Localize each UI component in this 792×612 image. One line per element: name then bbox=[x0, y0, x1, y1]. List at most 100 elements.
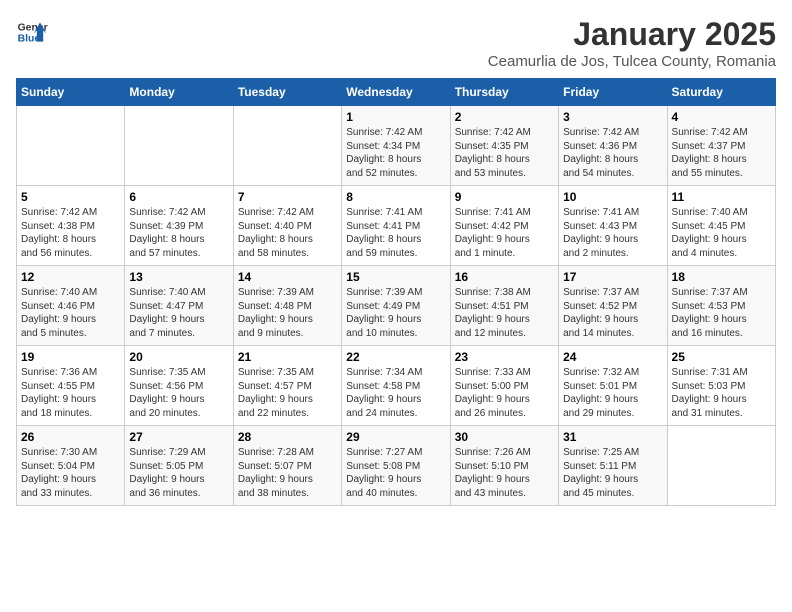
day-number: 14 bbox=[238, 270, 337, 284]
calendar-cell: 19Sunrise: 7:36 AM Sunset: 4:55 PM Dayli… bbox=[17, 346, 125, 426]
day-number: 19 bbox=[21, 350, 120, 364]
calendar-cell: 14 Sunrise: 7:39 AM Sunset: 4:48 PM Dayli… bbox=[233, 266, 341, 346]
title-area: January 2025 Ceamurlia de Jos, Tulcea Co… bbox=[488, 16, 776, 70]
calendar-body: 1 Sunrise: 7:42 AM Sunset: 4:34 PM Daylig… bbox=[17, 106, 776, 506]
day-number: 29 bbox=[346, 430, 445, 444]
day-info: Sunrise: 7:42 AM Sunset: 4:40 PM Dayligh… bbox=[238, 206, 337, 260]
calendar-cell: 17Sunrise: 7:37 AM Sunset: 4:52 PM Dayli… bbox=[559, 266, 667, 346]
calendar-cell: 1 Sunrise: 7:42 AM Sunset: 4:34 PM Daylig… bbox=[342, 106, 450, 186]
weekday-header-tuesday: Tuesday bbox=[233, 79, 341, 106]
day-info: Sunrise: 7:29 AM Sunset: 5:05 PM Dayligh… bbox=[129, 446, 228, 500]
calendar-title: January 2025 bbox=[488, 16, 776, 53]
day-info: Sunrise: 7:38 AM Sunset: 4:51 PM Dayligh… bbox=[455, 286, 554, 340]
day-info: Sunrise: 7:35 AM Sunset: 4:57 PM Dayligh… bbox=[238, 366, 337, 420]
day-info: Sunrise: 7:28 AM Sunset: 5:07 PM Dayligh… bbox=[238, 446, 337, 500]
day-number: 13 bbox=[129, 270, 228, 284]
day-info: Sunrise: 7:39 AM Sunset: 4:49 PM Dayligh… bbox=[346, 286, 445, 340]
weekday-header-monday: Monday bbox=[125, 79, 233, 106]
day-info: Sunrise: 7:40 AM Sunset: 4:47 PM Dayligh… bbox=[129, 286, 228, 340]
calendar-header: SundayMondayTuesdayWednesdayThursdayFrid… bbox=[17, 79, 776, 106]
day-info: Sunrise: 7:39 AM Sunset: 4:48 PM Dayligh… bbox=[238, 286, 337, 340]
day-number: 22 bbox=[346, 350, 445, 364]
day-info: Sunrise: 7:41 AM Sunset: 4:41 PM Dayligh… bbox=[346, 206, 445, 260]
calendar-cell: 9Sunrise: 7:41 AM Sunset: 4:42 PM Daylig… bbox=[450, 186, 558, 266]
day-info: Sunrise: 7:42 AM Sunset: 4:35 PM Dayligh… bbox=[455, 126, 554, 180]
day-number: 16 bbox=[455, 270, 554, 284]
calendar-cell: 7 Sunrise: 7:42 AM Sunset: 4:40 PM Daylig… bbox=[233, 186, 341, 266]
day-number: 27 bbox=[129, 430, 228, 444]
day-info: Sunrise: 7:41 AM Sunset: 4:42 PM Dayligh… bbox=[455, 206, 554, 260]
logo: General Blue bbox=[16, 16, 48, 48]
day-info: Sunrise: 7:40 AM Sunset: 4:45 PM Dayligh… bbox=[672, 206, 771, 260]
calendar-cell: 10 Sunrise: 7:41 AM Sunset: 4:43 PM Dayli… bbox=[559, 186, 667, 266]
day-number: 7 bbox=[238, 190, 337, 204]
calendar-cell: 12Sunrise: 7:40 AM Sunset: 4:46 PM Dayli… bbox=[17, 266, 125, 346]
day-info: Sunrise: 7:27 AM Sunset: 5:08 PM Dayligh… bbox=[346, 446, 445, 500]
calendar-cell: 27 Sunrise: 7:29 AM Sunset: 5:05 PM Dayli… bbox=[125, 426, 233, 506]
calendar-cell bbox=[667, 426, 775, 506]
calendar-cell: 5Sunrise: 7:42 AM Sunset: 4:38 PM Daylig… bbox=[17, 186, 125, 266]
day-info: Sunrise: 7:33 AM Sunset: 5:00 PM Dayligh… bbox=[455, 366, 554, 420]
day-number: 3 bbox=[563, 110, 662, 124]
calendar-cell: 23 Sunrise: 7:33 AM Sunset: 5:00 PM Dayli… bbox=[450, 346, 558, 426]
day-number: 18 bbox=[672, 270, 771, 284]
day-info: Sunrise: 7:42 AM Sunset: 4:34 PM Dayligh… bbox=[346, 126, 445, 180]
day-info: Sunrise: 7:37 AM Sunset: 4:53 PM Dayligh… bbox=[672, 286, 771, 340]
calendar-cell: 6 Sunrise: 7:42 AM Sunset: 4:39 PM Daylig… bbox=[125, 186, 233, 266]
day-number: 26 bbox=[21, 430, 120, 444]
day-number: 4 bbox=[672, 110, 771, 124]
day-info: Sunrise: 7:32 AM Sunset: 5:01 PM Dayligh… bbox=[563, 366, 662, 420]
calendar-cell: 25Sunrise: 7:31 AM Sunset: 5:03 PM Dayli… bbox=[667, 346, 775, 426]
calendar-week-5: 26Sunrise: 7:30 AM Sunset: 5:04 PM Dayli… bbox=[17, 426, 776, 506]
day-info: Sunrise: 7:35 AM Sunset: 4:56 PM Dayligh… bbox=[129, 366, 228, 420]
day-info: Sunrise: 7:42 AM Sunset: 4:39 PM Dayligh… bbox=[129, 206, 228, 260]
calendar-cell bbox=[125, 106, 233, 186]
calendar-cell bbox=[233, 106, 341, 186]
day-number: 1 bbox=[346, 110, 445, 124]
calendar-cell: 3 Sunrise: 7:42 AM Sunset: 4:36 PM Daylig… bbox=[559, 106, 667, 186]
day-number: 6 bbox=[129, 190, 228, 204]
weekday-header-friday: Friday bbox=[559, 79, 667, 106]
calendar-week-4: 19Sunrise: 7:36 AM Sunset: 4:55 PM Dayli… bbox=[17, 346, 776, 426]
day-number: 10 bbox=[563, 190, 662, 204]
calendar-table: SundayMondayTuesdayWednesdayThursdayFrid… bbox=[16, 78, 776, 506]
logo-icon: General Blue bbox=[16, 16, 48, 48]
calendar-week-2: 5Sunrise: 7:42 AM Sunset: 4:38 PM Daylig… bbox=[17, 186, 776, 266]
svg-text:General: General bbox=[18, 22, 48, 33]
day-info: Sunrise: 7:41 AM Sunset: 4:43 PM Dayligh… bbox=[563, 206, 662, 260]
day-info: Sunrise: 7:42 AM Sunset: 4:38 PM Dayligh… bbox=[21, 206, 120, 260]
day-info: Sunrise: 7:42 AM Sunset: 4:36 PM Dayligh… bbox=[563, 126, 662, 180]
calendar-week-3: 12Sunrise: 7:40 AM Sunset: 4:46 PM Dayli… bbox=[17, 266, 776, 346]
calendar-cell: 20 Sunrise: 7:35 AM Sunset: 4:56 PM Dayli… bbox=[125, 346, 233, 426]
calendar-cell: 18 Sunrise: 7:37 AM Sunset: 4:53 PM Dayli… bbox=[667, 266, 775, 346]
calendar-cell bbox=[17, 106, 125, 186]
day-info: Sunrise: 7:34 AM Sunset: 4:58 PM Dayligh… bbox=[346, 366, 445, 420]
calendar-cell: 26Sunrise: 7:30 AM Sunset: 5:04 PM Dayli… bbox=[17, 426, 125, 506]
day-info: Sunrise: 7:31 AM Sunset: 5:03 PM Dayligh… bbox=[672, 366, 771, 420]
calendar-cell: 4Sunrise: 7:42 AM Sunset: 4:37 PM Daylig… bbox=[667, 106, 775, 186]
day-info: Sunrise: 7:25 AM Sunset: 5:11 PM Dayligh… bbox=[563, 446, 662, 500]
calendar-cell: 28Sunrise: 7:28 AM Sunset: 5:07 PM Dayli… bbox=[233, 426, 341, 506]
calendar-cell: 22 Sunrise: 7:34 AM Sunset: 4:58 PM Dayli… bbox=[342, 346, 450, 426]
calendar-cell: 24 Sunrise: 7:32 AM Sunset: 5:01 PM Dayli… bbox=[559, 346, 667, 426]
header: General Blue January 2025 Ceamurlia de J… bbox=[16, 16, 776, 70]
day-number: 8 bbox=[346, 190, 445, 204]
day-number: 2 bbox=[455, 110, 554, 124]
calendar-cell: 8 Sunrise: 7:41 AM Sunset: 4:41 PM Daylig… bbox=[342, 186, 450, 266]
calendar-subtitle: Ceamurlia de Jos, Tulcea County, Romania bbox=[488, 53, 776, 70]
day-number: 24 bbox=[563, 350, 662, 364]
day-number: 31 bbox=[563, 430, 662, 444]
day-number: 20 bbox=[129, 350, 228, 364]
day-number: 12 bbox=[21, 270, 120, 284]
day-info: Sunrise: 7:26 AM Sunset: 5:10 PM Dayligh… bbox=[455, 446, 554, 500]
day-number: 23 bbox=[455, 350, 554, 364]
weekday-header-wednesday: Wednesday bbox=[342, 79, 450, 106]
day-number: 17 bbox=[563, 270, 662, 284]
calendar-cell: 16 Sunrise: 7:38 AM Sunset: 4:51 PM Dayli… bbox=[450, 266, 558, 346]
calendar-cell: 15Sunrise: 7:39 AM Sunset: 4:49 PM Dayli… bbox=[342, 266, 450, 346]
day-number: 30 bbox=[455, 430, 554, 444]
weekday-header-thursday: Thursday bbox=[450, 79, 558, 106]
weekday-header-saturday: Saturday bbox=[667, 79, 775, 106]
calendar-cell: 11Sunrise: 7:40 AM Sunset: 4:45 PM Dayli… bbox=[667, 186, 775, 266]
calendar-cell: 21Sunrise: 7:35 AM Sunset: 4:57 PM Dayli… bbox=[233, 346, 341, 426]
